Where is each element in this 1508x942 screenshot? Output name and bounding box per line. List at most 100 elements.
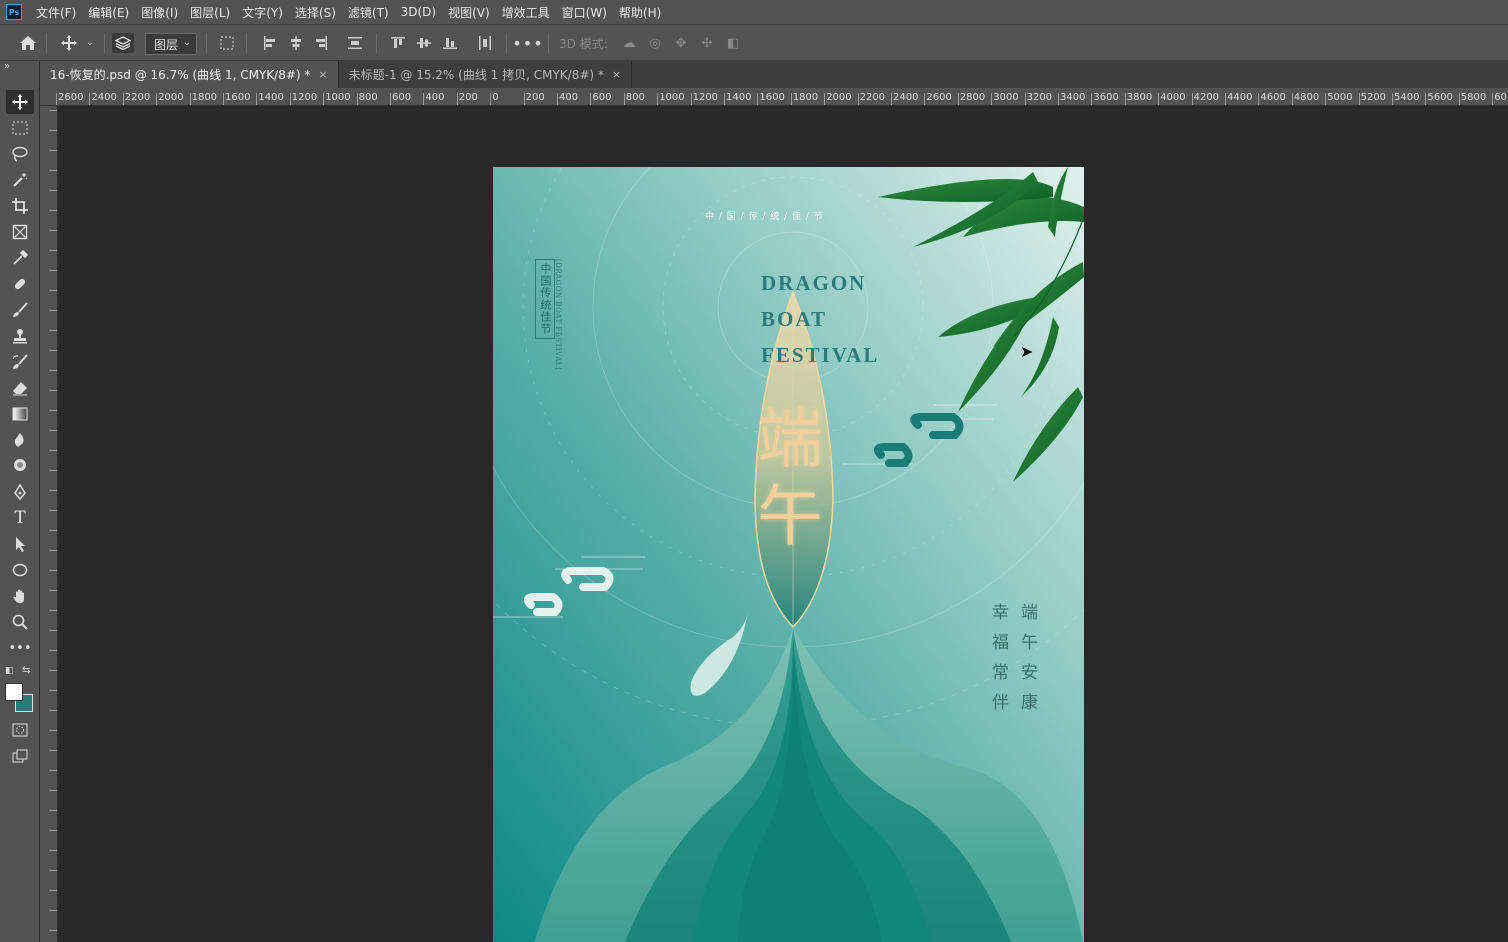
eraser-tool-icon[interactable] [6, 376, 34, 400]
eyedropper-tool-icon[interactable] [6, 246, 34, 270]
chevron-down-icon[interactable]: ⌄ [84, 33, 96, 53]
ruler-tick-label: 1200 [291, 92, 318, 103]
ruler-tick [49, 430, 57, 431]
distribute-icon[interactable] [345, 33, 365, 53]
poster-title-wu: 午 [757, 478, 823, 555]
healing-brush-tool-icon[interactable] [6, 272, 34, 296]
menu-image[interactable]: 图像(I) [135, 4, 184, 21]
ruler-tick [891, 93, 892, 105]
lasso-tool-icon[interactable] [6, 142, 34, 166]
ruler-tick [1492, 93, 1494, 105]
quick-mask-icon[interactable] [6, 718, 34, 742]
ruler-tick [49, 850, 57, 851]
poster-blessing-column-2: 幸福常伴 [988, 603, 1008, 723]
swap-colors-icon[interactable]: ⇆ [22, 665, 30, 676]
ruler-tick-label: 5400 [1394, 92, 1420, 103]
close-icon[interactable]: × [612, 68, 621, 81]
menu-bar: Ps 文件(F) 编辑(E) 图像(I) 图层(L) 文字(Y) 选择(S) 滤… [0, 0, 1508, 24]
gradient-tool-icon[interactable] [6, 402, 34, 426]
ruler-tick [49, 110, 57, 111]
distribute-vertical-icon[interactable] [475, 33, 495, 53]
menu-3d[interactable]: 3D(D) [395, 5, 442, 19]
menu-edit[interactable]: 编辑(E) [82, 4, 135, 21]
tab-document-1[interactable]: 16-恢复的.psd @ 16.7% (曲线 1, CMYK/8#) * × [40, 61, 339, 88]
3d-orbit-icon[interactable]: ☁ [619, 33, 639, 53]
move-tool-icon[interactable] [58, 33, 80, 53]
menu-view[interactable]: 视图(V) [442, 4, 496, 21]
collapse-panel-icon[interactable]: » [4, 61, 10, 72]
canvas-area[interactable]: 中 / 国 / 传 / 统 / 佳 / 节 中国传统佳节 [DRAGON BOA… [59, 107, 1508, 942]
blur-tool-icon[interactable] [6, 428, 34, 452]
poster-stamp-english: [DRAGON BOAT FESTIVAL] [554, 259, 562, 371]
menu-help[interactable]: 帮助(H) [613, 4, 667, 21]
marquee-tool-icon[interactable] [6, 116, 34, 140]
zoom-tool-icon[interactable] [6, 610, 34, 634]
poster-artboard[interactable]: 中 / 国 / 传 / 统 / 佳 / 节 中国传统佳节 [DRAGON BOA… [493, 167, 1084, 942]
crop-tool-icon[interactable] [6, 194, 34, 218]
ruler-tick-label: 4000 [1160, 92, 1186, 103]
3d-pan-icon[interactable]: ✥ [671, 33, 691, 53]
transform-controls-icon[interactable] [217, 33, 237, 53]
auto-select-layers-icon[interactable] [112, 33, 134, 53]
magic-wand-tool-icon[interactable] [6, 168, 34, 192]
menu-type[interactable]: 文字(Y) [236, 4, 289, 21]
ruler-tick [49, 550, 57, 551]
history-brush-tool-icon[interactable] [6, 350, 34, 374]
ruler-tick [49, 590, 57, 591]
ruler-tick-label: 600 [592, 92, 612, 103]
ruler-tick-label: 800 [358, 92, 378, 103]
clone-stamp-tool-icon[interactable] [6, 324, 34, 348]
ruler-tick [49, 610, 57, 611]
more-tools-icon[interactable]: ••• [6, 636, 34, 660]
ruler-tick [49, 230, 57, 231]
ellipse-tool-icon[interactable] [6, 558, 34, 582]
ruler-tick [49, 650, 57, 651]
align-right-icon[interactable] [311, 33, 331, 53]
close-icon[interactable]: × [318, 68, 327, 81]
ruler-tick-label: 2400 [91, 92, 117, 103]
ruler-tick [857, 93, 859, 105]
ruler-tick [1458, 93, 1460, 105]
brush-tool-icon[interactable] [6, 298, 34, 322]
ruler-tick [56, 93, 57, 105]
frame-tool-icon[interactable] [6, 220, 34, 244]
default-colors-icon[interactable]: ◧ [5, 666, 14, 676]
ruler-tick-label: 3600 [1093, 92, 1119, 103]
menu-filter[interactable]: 滤镜(T) [342, 4, 395, 21]
screen-mode-icon[interactable] [6, 744, 34, 768]
foreground-color-swatch[interactable] [5, 683, 23, 701]
tab-document-2[interactable]: 未标题-1 @ 15.2% (曲线 1 拷贝, CMYK/8#) * × [339, 61, 633, 88]
ruler-tick-label: 1600 [759, 92, 785, 103]
align-center-icon[interactable] [286, 33, 306, 53]
poster-top-line: 中 / 国 / 传 / 统 / 佳 / 节 [705, 212, 824, 222]
ruler-tick-label: 3400 [1060, 92, 1086, 103]
align-middle-icon[interactable] [414, 33, 434, 53]
menu-layer[interactable]: 图层(L) [184, 4, 236, 21]
ruler-tick [757, 93, 759, 105]
3d-slide-icon[interactable]: ✣ [697, 33, 717, 53]
align-bottom-icon[interactable] [440, 33, 460, 53]
menu-window[interactable]: 窗口(W) [556, 4, 613, 21]
ruler-tick [223, 93, 224, 105]
3d-camera-icon[interactable]: ◧ [723, 33, 743, 53]
menu-select[interactable]: 选择(S) [289, 4, 342, 21]
ruler-tick [1158, 93, 1160, 105]
home-icon[interactable] [16, 33, 40, 53]
menu-file[interactable]: 文件(F) [30, 4, 82, 21]
ruler-tick-label: 1800 [191, 92, 218, 103]
menu-plugins[interactable]: 增效工具 [496, 4, 556, 21]
type-tool-icon[interactable]: T [6, 506, 34, 530]
path-selection-tool-icon[interactable] [6, 532, 34, 556]
ruler-tick-label: 2400 [893, 92, 919, 103]
hand-tool-icon[interactable] [6, 584, 34, 608]
move-tool-icon[interactable] [6, 90, 34, 114]
dodge-tool-icon[interactable] [6, 454, 34, 478]
ruler-tick [256, 93, 258, 105]
align-top-icon[interactable] [388, 33, 408, 53]
3d-roll-icon[interactable]: ◎ [645, 33, 665, 53]
align-left-icon[interactable] [260, 33, 280, 53]
more-options-icon[interactable]: ••• [512, 33, 542, 53]
pen-tool-icon[interactable] [6, 480, 34, 504]
layer-select-dropdown[interactable]: 图层 ⌄ [145, 33, 197, 55]
ruler-tick-label: 2600 [926, 92, 952, 103]
